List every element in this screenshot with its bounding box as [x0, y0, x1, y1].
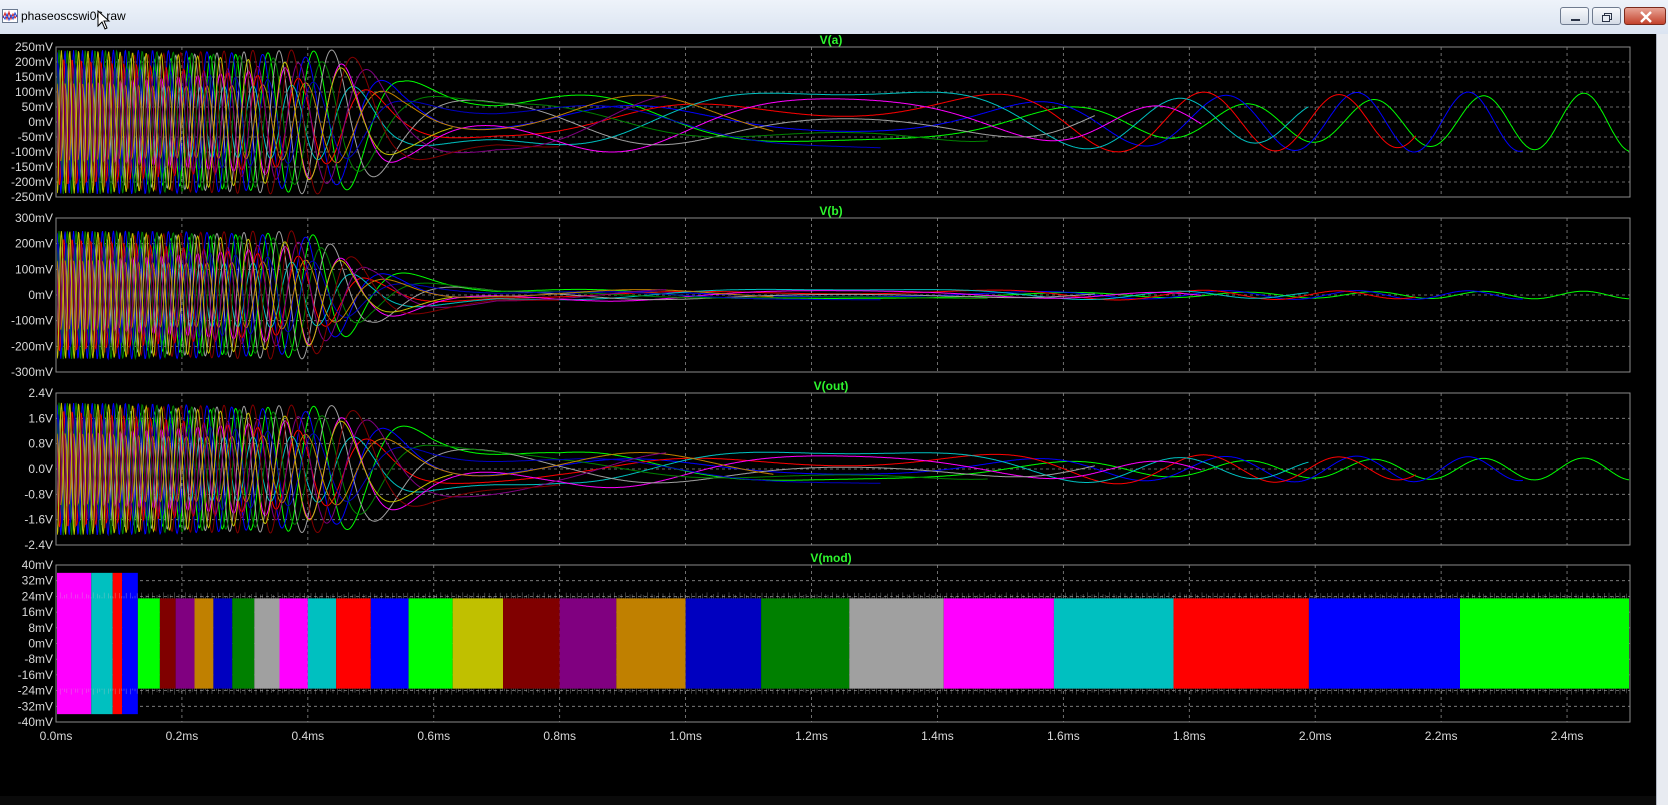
x-tick-label: 1.4ms	[921, 729, 954, 743]
waveform-app-icon	[2, 9, 18, 23]
x-tick-label: 1.2ms	[795, 729, 828, 743]
status-strip	[0, 796, 1656, 805]
restore-icon	[1602, 13, 1612, 22]
mod-band	[137, 598, 160, 689]
y-tick-label: 40mV	[22, 558, 53, 572]
x-tick-label: 1.8ms	[1173, 729, 1206, 743]
mod-band	[279, 598, 308, 689]
x-tick-label: 1.6ms	[1047, 729, 1080, 743]
maximize-button[interactable]	[1592, 7, 1621, 25]
y-tick-label: -24mV	[18, 684, 53, 698]
y-tick-label: 16mV	[22, 605, 53, 619]
y-tick-label: 0.8V	[28, 437, 53, 451]
minimize-button[interactable]	[1560, 7, 1589, 25]
mod-band	[1173, 598, 1309, 689]
y-tick-label: -250mV	[11, 190, 53, 204]
x-tick-label: 2.0ms	[1299, 729, 1332, 743]
y-tick-label: 8mV	[28, 621, 53, 635]
y-tick-label: 0mV	[28, 288, 53, 302]
y-tick-label: -300mV	[11, 365, 53, 379]
y-tick-label: 1.6V	[28, 411, 53, 425]
vertical-scrollbar[interactable]	[1656, 34, 1668, 805]
y-tick-label: 32mV	[22, 574, 53, 588]
panel-title: V(mod)	[810, 551, 851, 565]
y-tick-label: -100mV	[11, 145, 53, 159]
ltspice-waveform-window: phaseoscswi06.raw 250mV 200mV 150mV 100mV 50…	[0, 0, 1668, 805]
y-tick-label: -200mV	[11, 175, 53, 189]
mod-band	[307, 598, 337, 689]
x-tick-label: 0.2ms	[166, 729, 199, 743]
y-tick-label: -150mV	[11, 160, 53, 174]
mod-band	[761, 598, 850, 689]
y-tick-label: -1.6V	[24, 513, 53, 527]
panel-title: V(b)	[819, 204, 842, 218]
y-tick-label: -2.4V	[24, 538, 53, 552]
mod-band	[849, 598, 944, 689]
mod-band	[452, 598, 504, 689]
y-tick-label: 0mV	[28, 637, 53, 651]
mod-band	[112, 572, 123, 715]
mod-band	[1460, 598, 1629, 689]
mod-band	[232, 598, 255, 689]
y-tick-label: 200mV	[15, 237, 53, 251]
mod-band	[213, 598, 233, 689]
y-tick-label: -100mV	[11, 314, 53, 328]
y-tick-label: -16mV	[18, 668, 53, 682]
close-icon	[1640, 11, 1652, 23]
mod-band	[685, 598, 762, 689]
minimize-icon	[1571, 19, 1580, 21]
mod-band	[122, 572, 138, 715]
x-tick-label: 0.6ms	[417, 729, 450, 743]
close-button[interactable]	[1624, 7, 1666, 25]
mod-band	[57, 572, 92, 715]
y-tick-label: -40mV	[18, 715, 53, 729]
y-tick-label: 300mV	[15, 211, 53, 225]
mod-band	[1308, 598, 1461, 689]
mod-band	[943, 598, 1054, 689]
y-tick-label: -50mV	[18, 130, 53, 144]
mod-band	[175, 598, 195, 689]
mod-band	[559, 598, 617, 689]
y-tick-label: -0.8V	[24, 487, 53, 501]
y-tick-label: 150mV	[15, 70, 53, 84]
mod-band	[408, 598, 453, 689]
x-tick-label: 2.4ms	[1551, 729, 1584, 743]
mod-band	[370, 598, 409, 689]
y-tick-label: 200mV	[15, 55, 53, 69]
x-tick-label: 2.2ms	[1425, 729, 1458, 743]
x-tick-label: 1.0ms	[669, 729, 702, 743]
mouse-pointer-icon	[97, 10, 111, 30]
x-tick-label: 0.0ms	[40, 729, 73, 743]
panel-title: V(a)	[820, 34, 843, 47]
y-tick-label: 24mV	[22, 589, 53, 603]
mod-band	[254, 598, 280, 689]
mod-band	[91, 572, 113, 715]
x-tick-label: 0.4ms	[291, 729, 324, 743]
title-bar[interactable]: phaseoscswi06.raw	[0, 0, 1668, 35]
y-tick-label: 250mV	[15, 40, 53, 54]
y-tick-label: -200mV	[11, 339, 53, 353]
y-tick-label: 0mV	[28, 115, 53, 129]
panel-title: V(out)	[814, 379, 849, 393]
waveform-plot-area[interactable]: 250mV 200mV 150mV 100mV 50mV 0mV -50mV -100mV -1…	[0, 34, 1656, 805]
mod-band	[194, 598, 214, 689]
mod-band	[503, 598, 560, 689]
y-tick-label: 2.4V	[28, 386, 53, 400]
mod-band	[159, 598, 176, 689]
mod-band	[336, 598, 371, 689]
x-tick-label: 0.8ms	[543, 729, 576, 743]
mod-band	[616, 598, 686, 689]
y-tick-label: -8mV	[24, 652, 53, 666]
y-tick-label: -32mV	[18, 699, 53, 713]
waveform-plots[interactable]: 250mV200mV150mV100mV50mV0mV-50mV-100mV-1…	[0, 34, 1656, 805]
y-tick-label: 0.0V	[28, 462, 53, 476]
y-tick-label: 100mV	[15, 262, 53, 276]
mod-band	[1053, 598, 1174, 689]
y-tick-label: 50mV	[22, 100, 53, 114]
y-tick-label: 100mV	[15, 85, 53, 99]
